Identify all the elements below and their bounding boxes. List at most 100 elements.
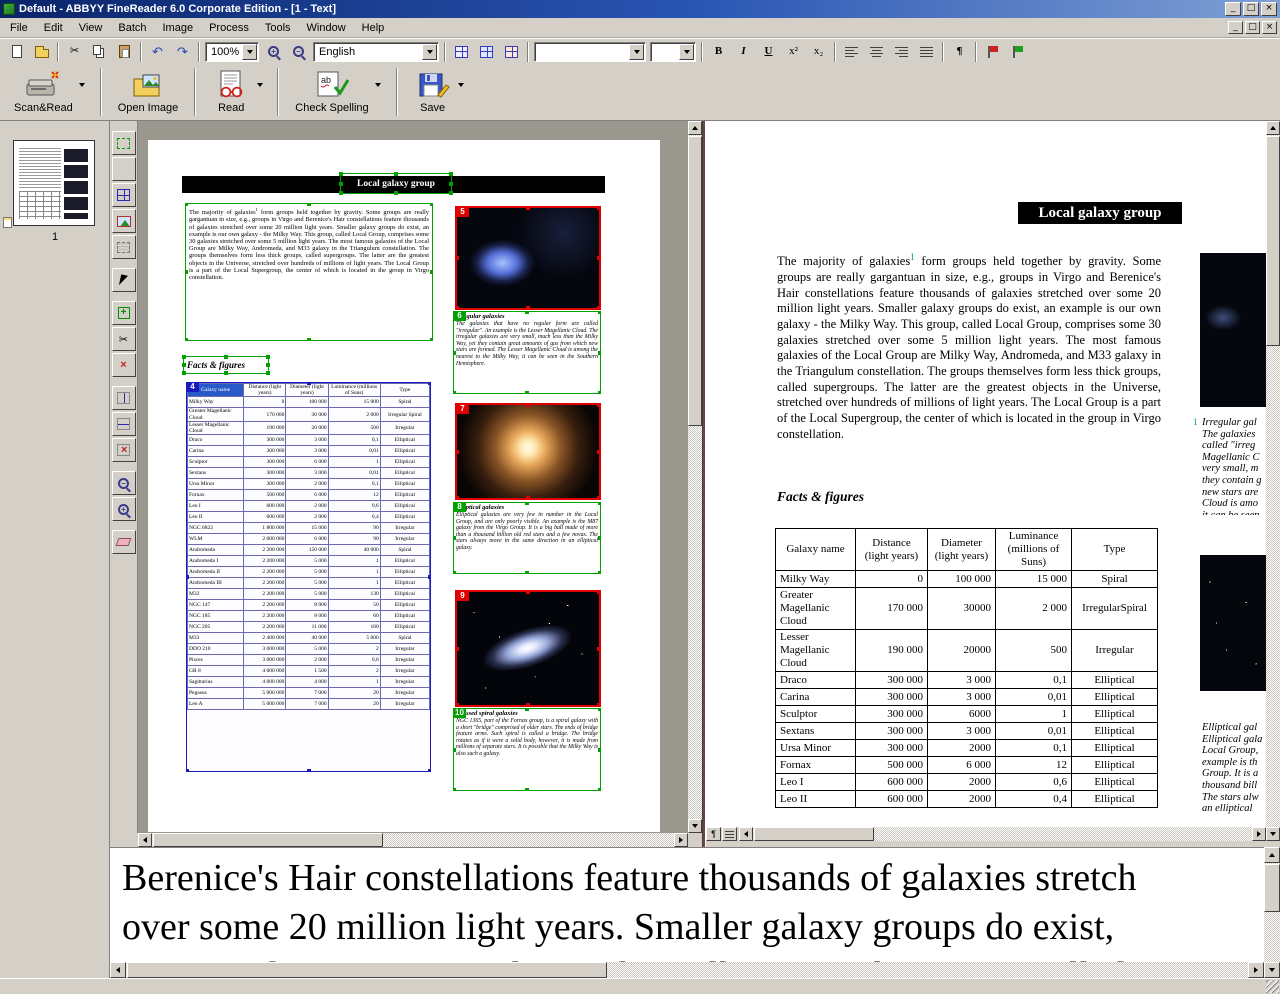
- resize-grip[interactable]: [1266, 980, 1279, 993]
- zoom-out-tool[interactable]: −: [112, 471, 136, 495]
- italic-button[interactable]: I: [732, 41, 755, 63]
- delete-block-tool[interactable]: ×: [112, 353, 136, 377]
- save-dropdown-icon[interactable]: [456, 69, 467, 101]
- plain-view-button[interactable]: [722, 827, 737, 841]
- new-batch-button[interactable]: [5, 41, 28, 63]
- block-handle[interactable]: [525, 502, 529, 505]
- block-handle[interactable]: [453, 391, 456, 394]
- block-handle[interactable]: [428, 575, 431, 579]
- block-handle[interactable]: [307, 338, 311, 341]
- block-handle[interactable]: [453, 571, 456, 574]
- zoom-in-tool[interactable]: +: [112, 497, 136, 521]
- formatted-view-button[interactable]: ¶: [706, 827, 721, 841]
- block-handle[interactable]: [307, 382, 311, 385]
- formatting-marks-button[interactable]: ¶: [948, 41, 971, 63]
- scan-read-button[interactable]: Scan&Read: [8, 67, 90, 116]
- bold-button[interactable]: B: [707, 41, 730, 63]
- block-handle[interactable]: [185, 270, 188, 274]
- block-handle[interactable]: [598, 351, 601, 355]
- block-handle[interactable]: [185, 203, 188, 206]
- block-handle[interactable]: [182, 363, 186, 367]
- picture-block-spiral[interactable]: [455, 590, 601, 707]
- block-handle[interactable]: [224, 355, 228, 359]
- cut-block-part-tool[interactable]: ✂: [112, 327, 136, 351]
- table-block-tool[interactable]: [112, 183, 136, 207]
- block-handle[interactable]: [455, 306, 459, 310]
- menu-image[interactable]: Image: [155, 19, 202, 37]
- block-handle[interactable]: [394, 191, 398, 195]
- block-handle[interactable]: [394, 172, 398, 176]
- image-horizontal-scrollbar[interactable]: [138, 833, 688, 847]
- block-handle[interactable]: [307, 769, 311, 772]
- menu-edit[interactable]: Edit: [36, 19, 71, 37]
- block-handle[interactable]: [339, 172, 343, 176]
- image-view-canvas[interactable]: Local galaxy group The majority of galax…: [138, 121, 688, 833]
- undo-button[interactable]: ↶: [146, 41, 169, 63]
- menu-help[interactable]: Help: [354, 19, 393, 37]
- block-handle[interactable]: [339, 191, 343, 195]
- block-handle[interactable]: [453, 536, 456, 540]
- block-handle[interactable]: [339, 182, 343, 186]
- block-handle[interactable]: [455, 206, 459, 210]
- menu-batch[interactable]: Batch: [110, 19, 154, 37]
- add-horizontal-line-tool[interactable]: [112, 412, 136, 436]
- menu-process[interactable]: Process: [201, 19, 257, 37]
- block-handle[interactable]: [449, 191, 453, 195]
- block-handle[interactable]: [598, 571, 601, 574]
- mdi-restore-button[interactable]: □: [1245, 21, 1260, 34]
- block-handle[interactable]: [525, 391, 529, 394]
- block-handle[interactable]: [449, 182, 453, 186]
- title-text-block[interactable]: Local galaxy group: [340, 173, 452, 194]
- block-handle[interactable]: [186, 575, 189, 579]
- page-thumbnail[interactable]: [13, 140, 95, 226]
- zoom-window-tool[interactable]: [112, 131, 136, 155]
- subscript-button[interactable]: x₂: [807, 41, 830, 63]
- add-vertical-line-tool[interactable]: [112, 386, 136, 410]
- block-handle[interactable]: [597, 256, 601, 260]
- block-handle[interactable]: [525, 708, 529, 711]
- zoom-in-button[interactable]: +: [262, 41, 285, 63]
- block-handle[interactable]: [597, 206, 601, 210]
- block-handle[interactable]: [597, 403, 601, 407]
- add-block-part-tool[interactable]: +: [112, 301, 136, 325]
- text-block-tool[interactable]: [112, 157, 136, 181]
- align-left-button[interactable]: [840, 41, 863, 63]
- recognize-area-tool[interactable]: [112, 235, 136, 259]
- facts-heading-block[interactable]: Facts & figures: [183, 356, 269, 374]
- next-error-button[interactable]: [1006, 41, 1029, 63]
- block-handle[interactable]: [597, 590, 601, 594]
- picture-block-nebula[interactable]: [455, 206, 601, 310]
- save-button[interactable]: Save: [408, 67, 469, 116]
- scan-read-dropdown-icon[interactable]: [77, 69, 88, 101]
- block-handle[interactable]: [182, 355, 186, 359]
- block-handle[interactable]: [428, 769, 431, 772]
- layout-image-button[interactable]: [500, 41, 523, 63]
- zoom-horizontal-scrollbar[interactable]: [110, 962, 1264, 978]
- block-handle[interactable]: [430, 203, 433, 206]
- superscript-button[interactable]: x²: [782, 41, 805, 63]
- block-handle[interactable]: [526, 496, 530, 500]
- picture-block-elliptical[interactable]: [455, 403, 601, 500]
- redo-button[interactable]: ↷: [171, 41, 194, 63]
- mdi-minimize-button[interactable]: _: [1228, 21, 1243, 34]
- read-button[interactable]: Read: [206, 67, 267, 116]
- block-handle[interactable]: [266, 371, 270, 375]
- block-handle[interactable]: [453, 311, 456, 314]
- elliptical-galaxies-text-block[interactable]: Elliptical galaxies Elliptical galaxies …: [453, 502, 601, 574]
- font-name-select[interactable]: [534, 42, 646, 62]
- block-handle[interactable]: [455, 590, 459, 594]
- text-horizontal-scrollbar[interactable]: [739, 827, 1266, 841]
- block-handle[interactable]: [526, 403, 530, 407]
- block-handle[interactable]: [597, 496, 601, 500]
- block-handle[interactable]: [453, 351, 456, 355]
- block-handle[interactable]: [453, 748, 456, 752]
- font-size-select[interactable]: [650, 42, 696, 62]
- block-handle[interactable]: [526, 206, 530, 210]
- cut-button[interactable]: ✂: [63, 41, 86, 63]
- eraser-tool[interactable]: [112, 530, 136, 554]
- menu-file[interactable]: File: [2, 19, 36, 37]
- menu-view[interactable]: View: [71, 19, 111, 37]
- open-batch-button[interactable]: [30, 41, 53, 63]
- open-image-button[interactable]: Open Image: [112, 67, 185, 116]
- block-handle[interactable]: [455, 256, 459, 260]
